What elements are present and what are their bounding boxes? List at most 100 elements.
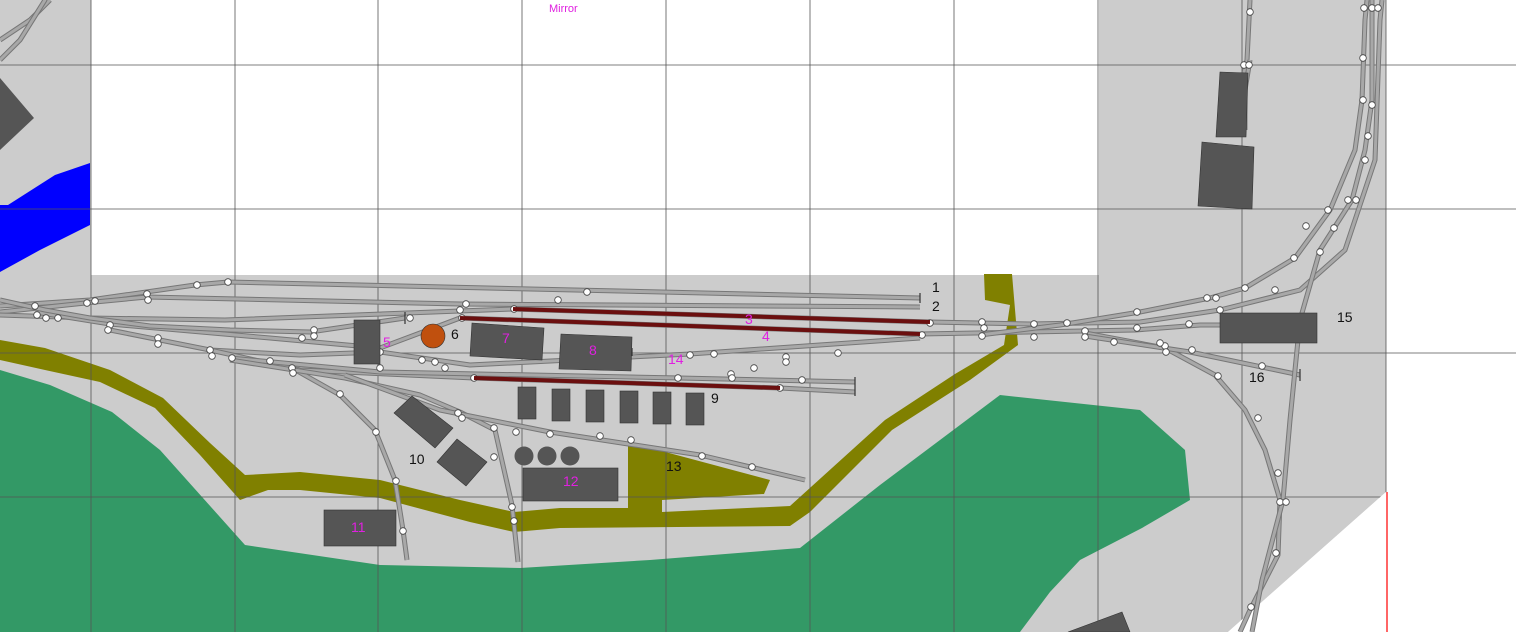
label-10: 10 <box>409 451 425 467</box>
track-joint <box>208 352 216 360</box>
building-small-3 <box>585 389 605 423</box>
track-joint <box>1241 284 1249 292</box>
track-joint <box>1364 132 1372 140</box>
track-joint <box>1360 4 1368 12</box>
track-joint <box>508 503 516 511</box>
track-joint <box>674 374 682 382</box>
track-joint <box>31 302 39 310</box>
track-joint <box>1212 294 1220 302</box>
label-12: 12 <box>563 473 579 489</box>
track-joint <box>1247 603 1255 611</box>
track-joint <box>980 324 988 332</box>
building-small-5 <box>652 391 672 425</box>
label-11: 11 <box>351 519 366 535</box>
track-joint <box>418 356 426 364</box>
track-joint <box>104 326 112 334</box>
tank-6 <box>420 323 446 349</box>
track-joint <box>399 527 407 535</box>
label-13: 13 <box>666 458 682 474</box>
track-joint <box>1214 372 1222 380</box>
track-joint <box>1030 333 1038 341</box>
track-joint <box>698 452 706 460</box>
track-joint <box>1133 308 1141 316</box>
track-joint <box>834 349 842 357</box>
track-joint <box>490 453 498 461</box>
track-joint <box>1361 156 1369 164</box>
track-joint <box>33 311 41 319</box>
label-5: 5 <box>383 334 391 350</box>
track-joint <box>1203 294 1211 302</box>
track-joint <box>596 432 604 440</box>
track-joint <box>750 364 758 372</box>
track-joint <box>1359 96 1367 104</box>
track-joint <box>1316 248 1324 256</box>
silo-1 <box>514 446 534 466</box>
track-joint <box>144 296 152 304</box>
track-joint <box>1344 196 1352 204</box>
label-15: 15 <box>1337 309 1353 325</box>
track-joint <box>1359 54 1367 62</box>
track-joint <box>310 332 318 340</box>
building-small-4 <box>619 390 639 424</box>
track-joint <box>748 463 756 471</box>
track-joint <box>298 334 306 342</box>
track-joint <box>1081 333 1089 341</box>
label-1: 1 <box>932 279 940 295</box>
track-plan-diagram: Mirror 1 2 3 4 5 6 7 8 9 10 11 12 13 14 … <box>0 0 1516 632</box>
track-joint <box>42 314 50 322</box>
track-joint <box>1330 224 1338 232</box>
track-joint <box>1272 549 1280 557</box>
track-joint <box>83 299 91 307</box>
label-6: 6 <box>451 326 459 342</box>
building-5 <box>353 319 381 365</box>
track-joint <box>376 364 384 372</box>
track-joint <box>1302 222 1310 230</box>
track-joint <box>710 350 718 358</box>
building-small-2 <box>551 388 571 422</box>
track-joint <box>1188 346 1196 354</box>
track-joint <box>1156 339 1164 347</box>
track-joint <box>228 354 236 362</box>
track-joint <box>1245 61 1253 69</box>
track-joint <box>1063 319 1071 327</box>
track-joint <box>1254 414 1262 422</box>
track-joint <box>441 364 449 372</box>
track-joint <box>583 288 591 296</box>
track-joint <box>289 369 297 377</box>
silo-2 <box>537 446 557 466</box>
track-joint <box>406 314 414 322</box>
track-joint <box>458 414 466 422</box>
label-2: 2 <box>932 298 940 314</box>
label-16: 16 <box>1249 369 1265 385</box>
track-joint <box>336 390 344 398</box>
mirror-label: Mirror <box>549 3 578 15</box>
track-joint <box>1162 348 1170 356</box>
track-joint <box>1282 498 1290 506</box>
track-joint <box>91 297 99 305</box>
track-joint <box>1246 8 1254 16</box>
track-joint <box>1185 320 1193 328</box>
track-joint <box>686 351 694 359</box>
building-15 <box>1219 312 1318 344</box>
label-4: 4 <box>762 328 770 344</box>
track-joint <box>978 318 986 326</box>
track-joint <box>154 340 162 348</box>
track-joint <box>392 477 400 485</box>
track-joint <box>1030 320 1038 328</box>
label-14: 14 <box>668 351 684 367</box>
track-joint <box>510 517 518 525</box>
track-joint <box>490 424 498 432</box>
building-small-1 <box>517 386 537 420</box>
track-joint <box>206 346 214 354</box>
track-joint <box>462 300 470 308</box>
track-joint <box>798 376 806 384</box>
track-joint <box>546 430 554 438</box>
label-7: 7 <box>502 330 510 346</box>
building-upper-right-2 <box>1197 141 1255 210</box>
track-joint <box>372 428 380 436</box>
track-joint <box>782 358 790 366</box>
track-joint <box>143 290 151 298</box>
track-joint <box>54 314 62 322</box>
track-joint <box>1216 306 1224 314</box>
label-3: 3 <box>745 311 753 327</box>
